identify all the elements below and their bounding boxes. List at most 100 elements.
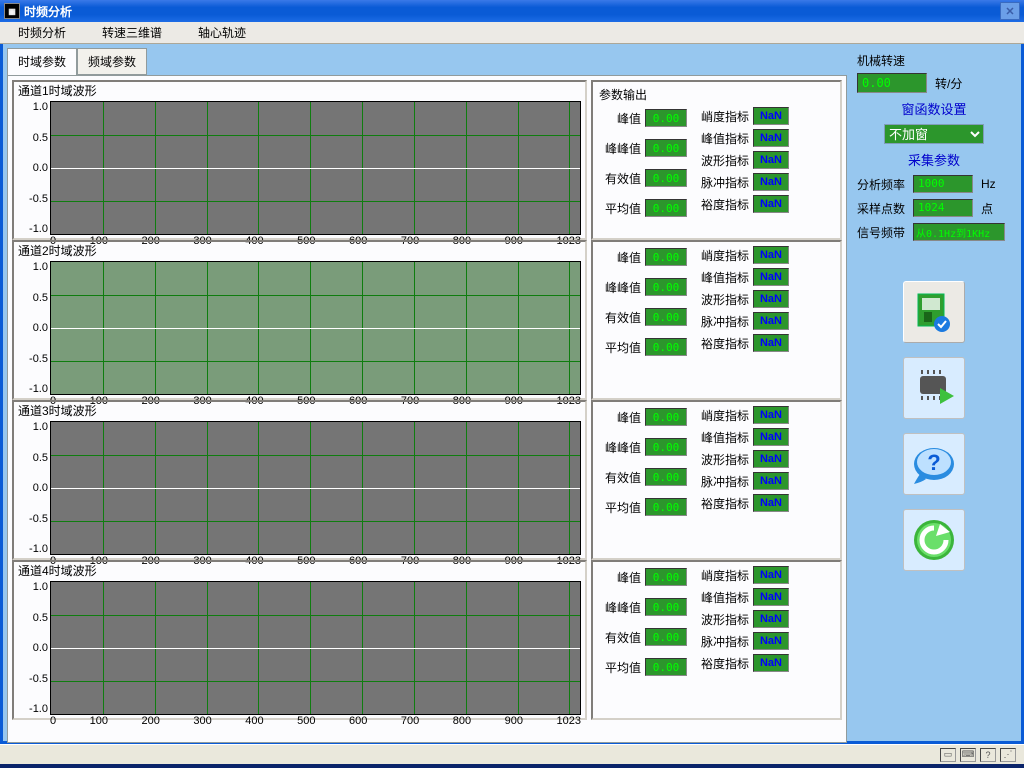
y-tick: 1.0 <box>33 261 48 273</box>
menubar: 时频分析 转速三维谱 轴心轨迹 <box>0 22 1024 44</box>
freq-value: 1000 <box>913 175 973 193</box>
param-output-3: 峰值0.00峰峰值0.00有效值0.00平均值0.00峭度指标NaN峰值指标Na… <box>591 400 842 560</box>
window-titlebar: ▦ 时频分析 ✕ <box>0 0 1024 22</box>
plot-area-2[interactable] <box>50 261 581 395</box>
y-tick: 0.0 <box>33 482 48 494</box>
chart-title-1: 通道1时域波形 <box>18 82 585 99</box>
indicator-label: 波形指标 <box>699 451 749 468</box>
tab-freq-params[interactable]: 频域参数 <box>77 48 147 75</box>
plot-area-4[interactable] <box>50 581 581 715</box>
indicator-label: 波形指标 <box>699 291 749 308</box>
param-value: 0.00 <box>645 568 687 586</box>
x-tick: 400 <box>245 715 263 727</box>
x-tick: 100 <box>90 715 108 727</box>
main-body: 时域参数 频域参数 通道1时域波形1.00.50.0-0.5-1.0010020… <box>0 44 1024 744</box>
chart-title-2: 通道2时域波形 <box>18 242 585 259</box>
indicator-value: NaN <box>753 195 789 213</box>
y-tick: -1.0 <box>29 543 48 555</box>
plot-area-3[interactable] <box>50 421 581 555</box>
y-tick: 0.5 <box>33 132 48 144</box>
menu-item-orbit[interactable]: 轴心轨迹 <box>180 24 264 41</box>
speed-unit: 转/分 <box>935 75 962 92</box>
param-label: 峰值 <box>599 569 641 586</box>
indicator-value: NaN <box>753 654 789 672</box>
param-value: 0.00 <box>645 338 687 356</box>
y-tick: -1.0 <box>29 703 48 715</box>
param-label: 峰值 <box>599 409 641 426</box>
chip-run-icon <box>912 366 956 410</box>
param-output-1: 参数输出峰值0.00峰峰值0.00有效值0.00平均值0.00峭度指标NaN峰值… <box>591 80 842 240</box>
param-label: 平均值 <box>599 499 641 516</box>
param-label: 有效值 <box>599 170 641 187</box>
indicator-value: NaN <box>753 246 789 264</box>
tab-time-params[interactable]: 时域参数 <box>7 48 77 75</box>
freq-unit: Hz <box>981 177 996 191</box>
tab-content: 通道1时域波形1.00.50.0-0.5-1.00100200300400500… <box>7 75 847 743</box>
plot-area-1[interactable] <box>50 101 581 235</box>
y-tick: 1.0 <box>33 101 48 113</box>
status-icon-keyboard[interactable]: ⌨ <box>960 748 976 762</box>
x-tick: 300 <box>193 715 211 727</box>
y-tick: -0.5 <box>29 673 48 685</box>
param-label: 平均值 <box>599 339 641 356</box>
indicator-value: NaN <box>753 312 789 330</box>
x-tick: 0 <box>50 715 56 727</box>
band-value: 从0.1Hz到1KHz <box>913 223 1005 241</box>
indicator-value: NaN <box>753 494 789 512</box>
indicator-value: NaN <box>753 151 789 169</box>
indicator-label: 峭度指标 <box>699 247 749 264</box>
param-label: 有效值 <box>599 309 641 326</box>
x-tick: 900 <box>505 715 523 727</box>
acquisition-params-label: 采集参数 <box>857 150 1011 169</box>
param-label: 峰峰值 <box>599 140 641 157</box>
refresh-button[interactable] <box>903 509 965 571</box>
channel-row-4: 通道4时域波形1.00.50.0-0.5-1.00100200300400500… <box>12 560 842 720</box>
param-label: 平均值 <box>599 659 641 676</box>
hardware-config-button[interactable] <box>903 281 965 343</box>
param-value: 0.00 <box>645 468 687 486</box>
param-label: 峰峰值 <box>599 279 641 296</box>
start-acquisition-button[interactable] <box>903 357 965 419</box>
points-value: 1024 <box>913 199 973 217</box>
right-panel: 机械转速 0.00 转/分 窗函数设置 不加窗 采集参数 分析频率 1000 H… <box>851 48 1017 737</box>
param-label: 峰值 <box>599 110 641 127</box>
indicator-label: 裕度指标 <box>699 335 749 352</box>
y-tick: 0.0 <box>33 322 48 334</box>
indicator-value: NaN <box>753 334 789 352</box>
channel-row-1: 通道1时域波形1.00.50.0-0.5-1.00100200300400500… <box>12 80 842 240</box>
window-function-select[interactable]: 不加窗 <box>884 124 984 144</box>
indicator-value: NaN <box>753 450 789 468</box>
indicator-label: 峰值指标 <box>699 589 749 606</box>
menu-item-analysis[interactable]: 时频分析 <box>0 24 84 41</box>
indicator-value: NaN <box>753 610 789 628</box>
param-value: 0.00 <box>645 438 687 456</box>
status-icon-1[interactable]: ▭ <box>940 748 956 762</box>
x-tick: 800 <box>453 715 471 727</box>
help-button[interactable]: ? <box>903 433 965 495</box>
channel-row-2: 通道2时域波形1.00.50.0-0.5-1.00100200300400500… <box>12 240 842 400</box>
param-value: 0.00 <box>645 308 687 326</box>
indicator-value: NaN <box>753 290 789 308</box>
close-button[interactable]: ✕ <box>1000 2 1020 20</box>
window-title: 时频分析 <box>24 3 72 20</box>
y-tick: -0.5 <box>29 353 48 365</box>
channel-row-3: 通道3时域波形1.00.50.0-0.5-1.00100200300400500… <box>12 400 842 560</box>
speed-label: 机械转速 <box>857 52 1011 69</box>
param-value: 0.00 <box>645 248 687 266</box>
status-icon-help[interactable]: ? <box>980 748 996 762</box>
x-tick: 700 <box>401 715 419 727</box>
y-tick: 0.5 <box>33 452 48 464</box>
param-value: 0.00 <box>645 199 687 217</box>
statusbar: ▭ ⌨ ? ⋰ <box>0 744 1024 764</box>
y-tick: -0.5 <box>29 513 48 525</box>
param-value: 0.00 <box>645 139 687 157</box>
indicator-label: 波形指标 <box>699 611 749 628</box>
freq-label: 分析频率 <box>857 176 909 193</box>
menu-item-3d-spectrum[interactable]: 转速三维谱 <box>84 24 180 41</box>
param-value: 0.00 <box>645 658 687 676</box>
indicator-label: 峰值指标 <box>699 130 749 147</box>
indicator-label: 峭度指标 <box>699 108 749 125</box>
svg-text:?: ? <box>927 450 940 475</box>
y-tick: 1.0 <box>33 581 48 593</box>
chart-2: 通道2时域波形1.00.50.0-0.5-1.00100200300400500… <box>12 240 587 400</box>
